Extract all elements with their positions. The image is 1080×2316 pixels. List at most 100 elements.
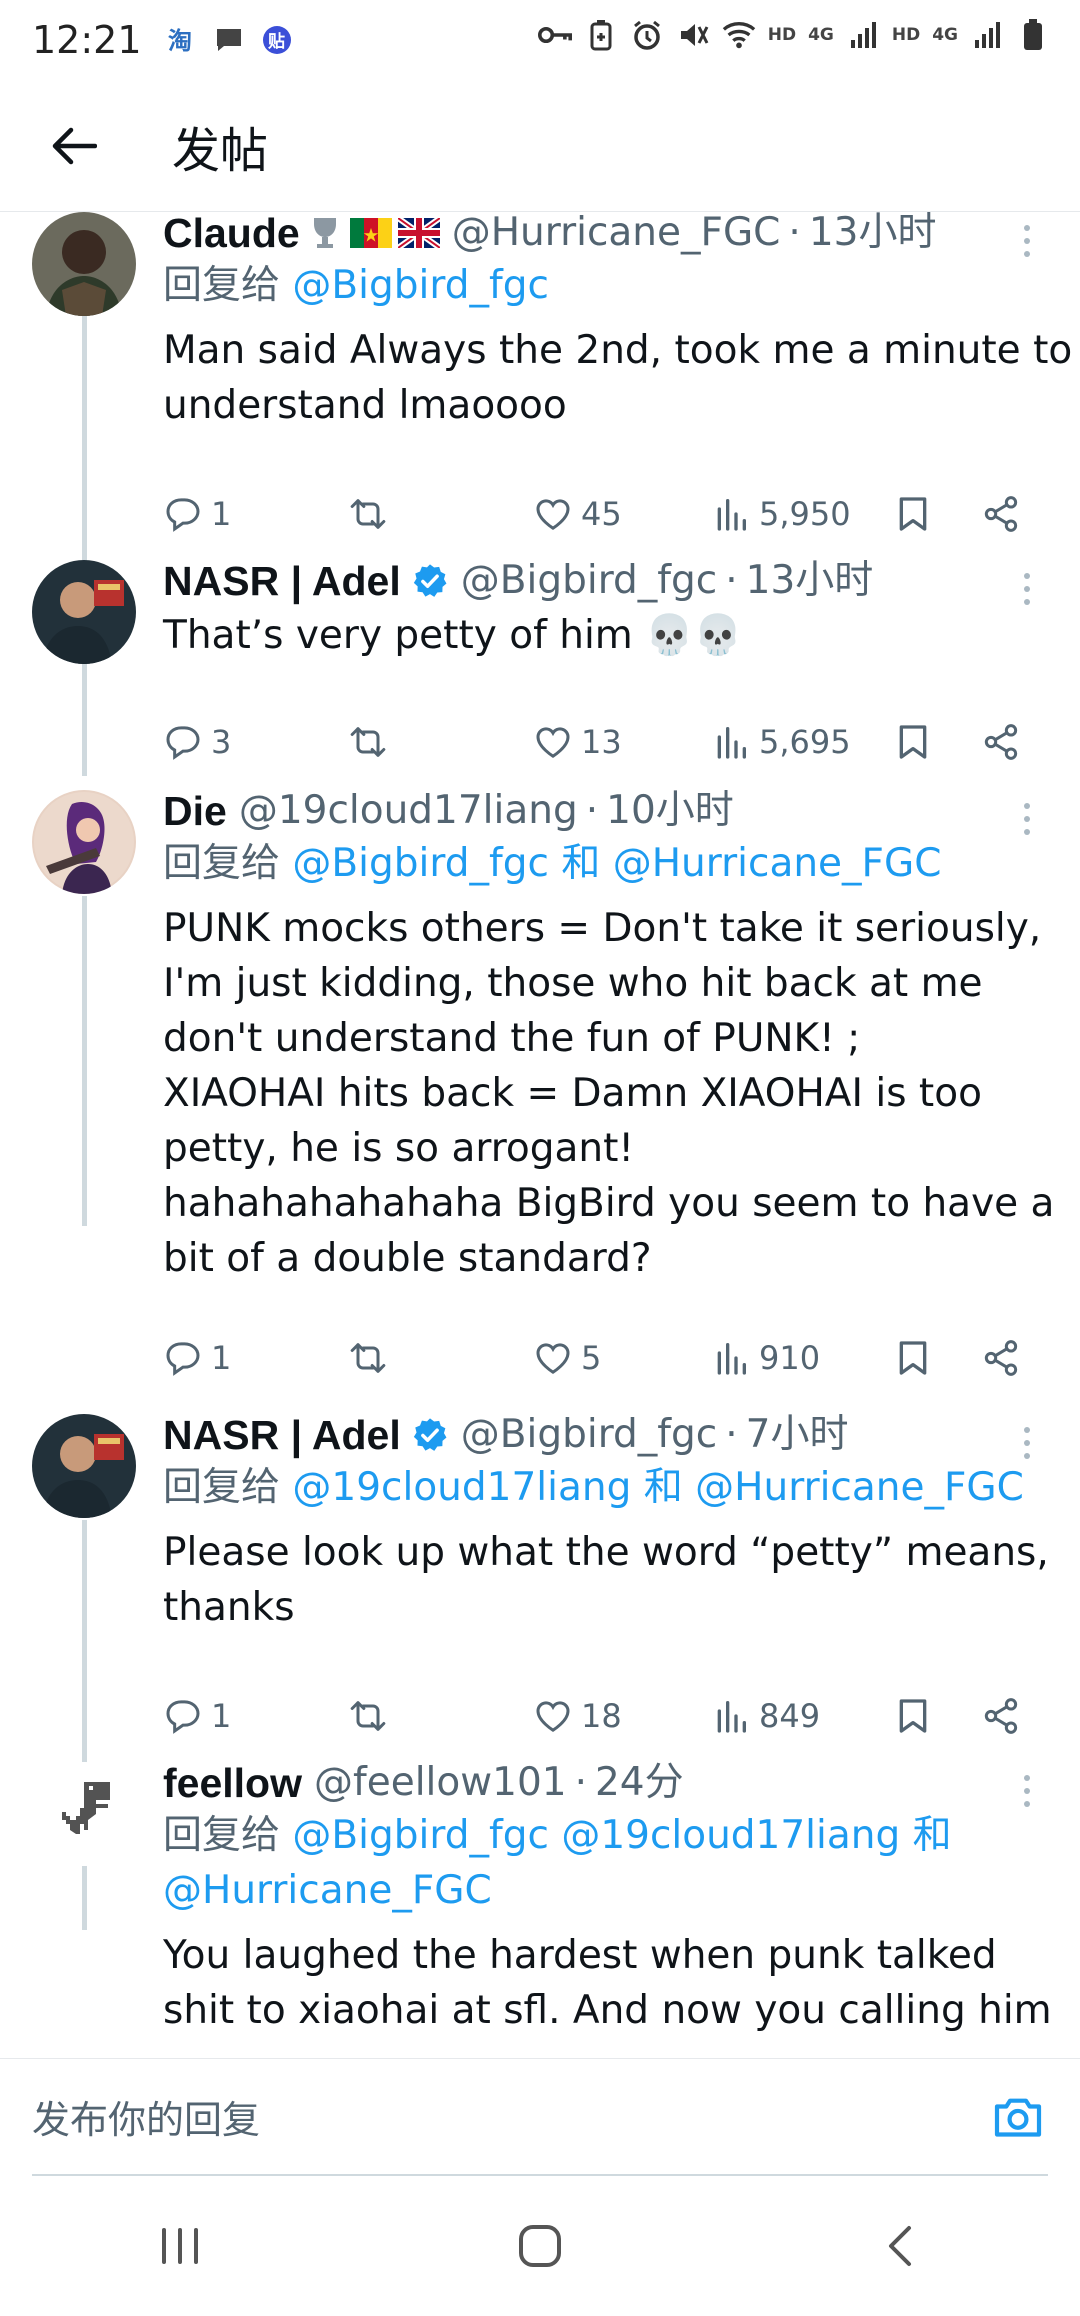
mention-link[interactable]: @19cloud17liang: [292, 1465, 631, 1510]
views-button[interactable]: 5,950: [711, 484, 851, 544]
share-icon: [984, 496, 1018, 532]
tweet[interactable]: Claude @Hurricane_FGC · 13小时 回复给 @Bigbir…: [0, 212, 1080, 557]
reply-prefix: 回复给: [163, 1813, 281, 1858]
share-button[interactable]: [981, 484, 1021, 544]
tweet[interactable]: NASR | Adel @Bigbird_fgc · 13小时 That’s v…: [0, 558, 1080, 788]
retweet-button[interactable]: [348, 1328, 388, 1388]
tweet[interactable]: NASR | Adel @Bigbird_fgc · 7小时 回复给 @19cl…: [0, 1412, 1080, 1759]
heart-icon: [536, 499, 570, 530]
tweet-text[interactable]: That’s very petty of him 💀💀: [163, 608, 1080, 663]
reply-feed[interactable]: Claude @Hurricane_FGC · 13小时 回复给 @Bigbir…: [0, 212, 1080, 2058]
share-button[interactable]: [981, 1686, 1021, 1746]
bookmark-button[interactable]: [893, 1328, 933, 1388]
like-button[interactable]: 45: [533, 484, 622, 544]
avatar[interactable]: [32, 1414, 136, 1518]
author-name[interactable]: feellow: [163, 1758, 302, 1808]
retweet-button[interactable]: [348, 484, 388, 544]
tweet[interactable]: feellow @feellow101 · 24分 回复给 @Bigbird_f…: [0, 1760, 1080, 2058]
page-title: 发帖: [172, 122, 269, 179]
timestamp[interactable]: 13小时: [746, 556, 874, 606]
avatar[interactable]: [32, 790, 136, 894]
author-name[interactable]: NASR | Adel: [163, 1410, 401, 1460]
avatar[interactable]: [32, 212, 136, 316]
timestamp[interactable]: 24分: [595, 1758, 684, 1808]
retweet-button[interactable]: [348, 1686, 388, 1746]
bookmark-icon: [899, 497, 927, 531]
tieba-icon: 贴: [260, 23, 294, 57]
separator-dot: ·: [788, 212, 801, 255]
author-name[interactable]: NASR | Adel: [163, 556, 401, 606]
mention-link[interactable]: @Hurricane_FGC: [695, 1465, 1024, 1510]
tweet[interactable]: Die @19cloud17liang · 10小时 回复给 @Bigbird_…: [0, 788, 1080, 1410]
reply-button[interactable]: 1: [163, 484, 231, 544]
more-vertical-icon: [1024, 225, 1030, 257]
recent-apps-button[interactable]: [135, 2201, 225, 2291]
mention-link[interactable]: @19cloud17liang: [561, 1813, 900, 1858]
views-button[interactable]: 910: [711, 1328, 820, 1388]
uk-flag-icon: [397, 218, 440, 248]
share-button[interactable]: [981, 1328, 1021, 1388]
author-handle[interactable]: @Bigbird_fgc: [461, 556, 717, 606]
view-count: 849: [759, 1697, 821, 1735]
tweet-actions: 1 5 910: [163, 1328, 1043, 1388]
mention-link[interactable]: @Bigbird_fgc: [292, 841, 548, 886]
mention-link[interactable]: @Hurricane_FGC: [163, 1868, 492, 1913]
author-name[interactable]: Claude: [163, 212, 300, 258]
author-handle[interactable]: @Hurricane_FGC: [452, 212, 781, 258]
views-chart-icon: [717, 1701, 746, 1733]
author-handle[interactable]: @feellow101: [314, 1758, 567, 1808]
reply-count: 1: [211, 1339, 232, 1377]
network-label: HD: [767, 25, 797, 45]
views-button[interactable]: 5,695: [711, 712, 851, 772]
tweet-text-line: hahahahahahaha BigBird you seem to have …: [163, 1181, 1055, 1226]
more-options-button[interactable]: [1012, 794, 1042, 844]
recent-apps-icon: [162, 2228, 198, 2264]
like-button[interactable]: 18: [533, 1686, 622, 1746]
back-button[interactable]: [34, 106, 114, 186]
reply-button[interactable]: 1: [163, 1328, 231, 1388]
mention-link[interactable]: @Bigbird_fgc: [292, 1813, 548, 1858]
author-handle[interactable]: @Bigbird_fgc: [461, 1410, 717, 1460]
bookmark-button[interactable]: [893, 712, 933, 772]
back-icon: [889, 2226, 911, 2266]
mention-link[interactable]: @Bigbird_fgc: [292, 263, 548, 308]
like-button[interactable]: 13: [533, 712, 622, 772]
like-count: 5: [581, 1339, 602, 1377]
mention-link[interactable]: @Hurricane_FGC: [613, 841, 942, 886]
reply-count: 1: [211, 1697, 232, 1735]
timestamp[interactable]: 13小时: [809, 212, 937, 258]
bookmark-button[interactable]: [893, 484, 933, 544]
tweet-text[interactable]: PUNK mocks others = Don't take it seriou…: [163, 901, 1080, 1286]
avatar[interactable]: [32, 560, 136, 664]
reply-icon: [166, 1342, 200, 1376]
author-name[interactable]: Die: [163, 786, 227, 836]
avatar[interactable]: [32, 1762, 136, 1866]
nav-back-button[interactable]: [855, 2201, 945, 2291]
retweet-button[interactable]: [348, 712, 388, 772]
separator-dot: ·: [725, 1412, 738, 1457]
tweet-text[interactable]: Please look up what the word “petty” mea…: [163, 1525, 1080, 1635]
tweet-text-line: Please look up what the word “petty” mea…: [163, 1530, 1049, 1575]
share-button[interactable]: [981, 712, 1021, 772]
camera-button[interactable]: [990, 2089, 1046, 2145]
bookmark-button[interactable]: [893, 1686, 933, 1746]
like-button[interactable]: 5: [533, 1328, 601, 1388]
more-options-button[interactable]: [1012, 1766, 1042, 1816]
author-handle[interactable]: @19cloud17liang: [239, 786, 578, 836]
timestamp[interactable]: 7小时: [746, 1410, 849, 1460]
alarm-icon: [630, 18, 664, 52]
reply-context: 回复给 @Bigbird_fgc @19cloud17liang 和: [163, 1808, 1080, 1863]
timestamp[interactable]: 10小时: [606, 786, 734, 836]
more-options-button[interactable]: [1012, 1418, 1042, 1468]
more-options-button[interactable]: [1012, 216, 1042, 266]
tweet-text-line: Man said Always the 2nd, took me a minut…: [163, 328, 1073, 373]
tweet-text[interactable]: You laughed the hardest when punk talked…: [163, 1928, 1080, 2038]
reply-button[interactable]: 1: [163, 1686, 231, 1746]
reply-input[interactable]: 发布你的回复: [32, 2089, 260, 2144]
home-button[interactable]: [495, 2201, 585, 2291]
reply-button[interactable]: 3: [163, 712, 231, 772]
views-button[interactable]: 849: [711, 1686, 820, 1746]
tweet-text[interactable]: Man said Always the 2nd, took me a minut…: [163, 323, 1080, 433]
more-options-button[interactable]: [1012, 564, 1042, 614]
views-chart-icon: [717, 1343, 746, 1375]
